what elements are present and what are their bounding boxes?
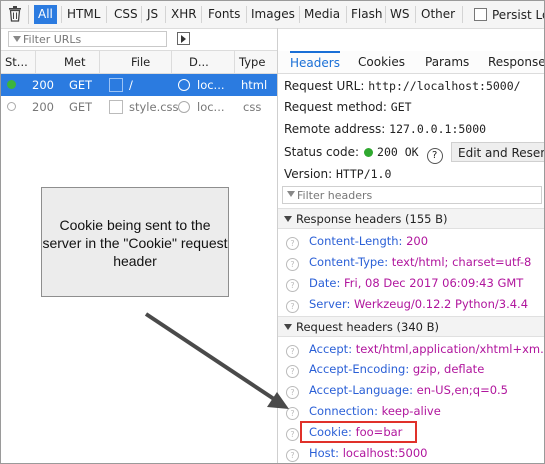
devtools-network-panel: All HTML CSS JS XHR Fonts Images Media F… xyxy=(0,0,545,464)
annotation-arrow xyxy=(144,312,289,409)
cookie-highlight-box xyxy=(300,421,417,443)
